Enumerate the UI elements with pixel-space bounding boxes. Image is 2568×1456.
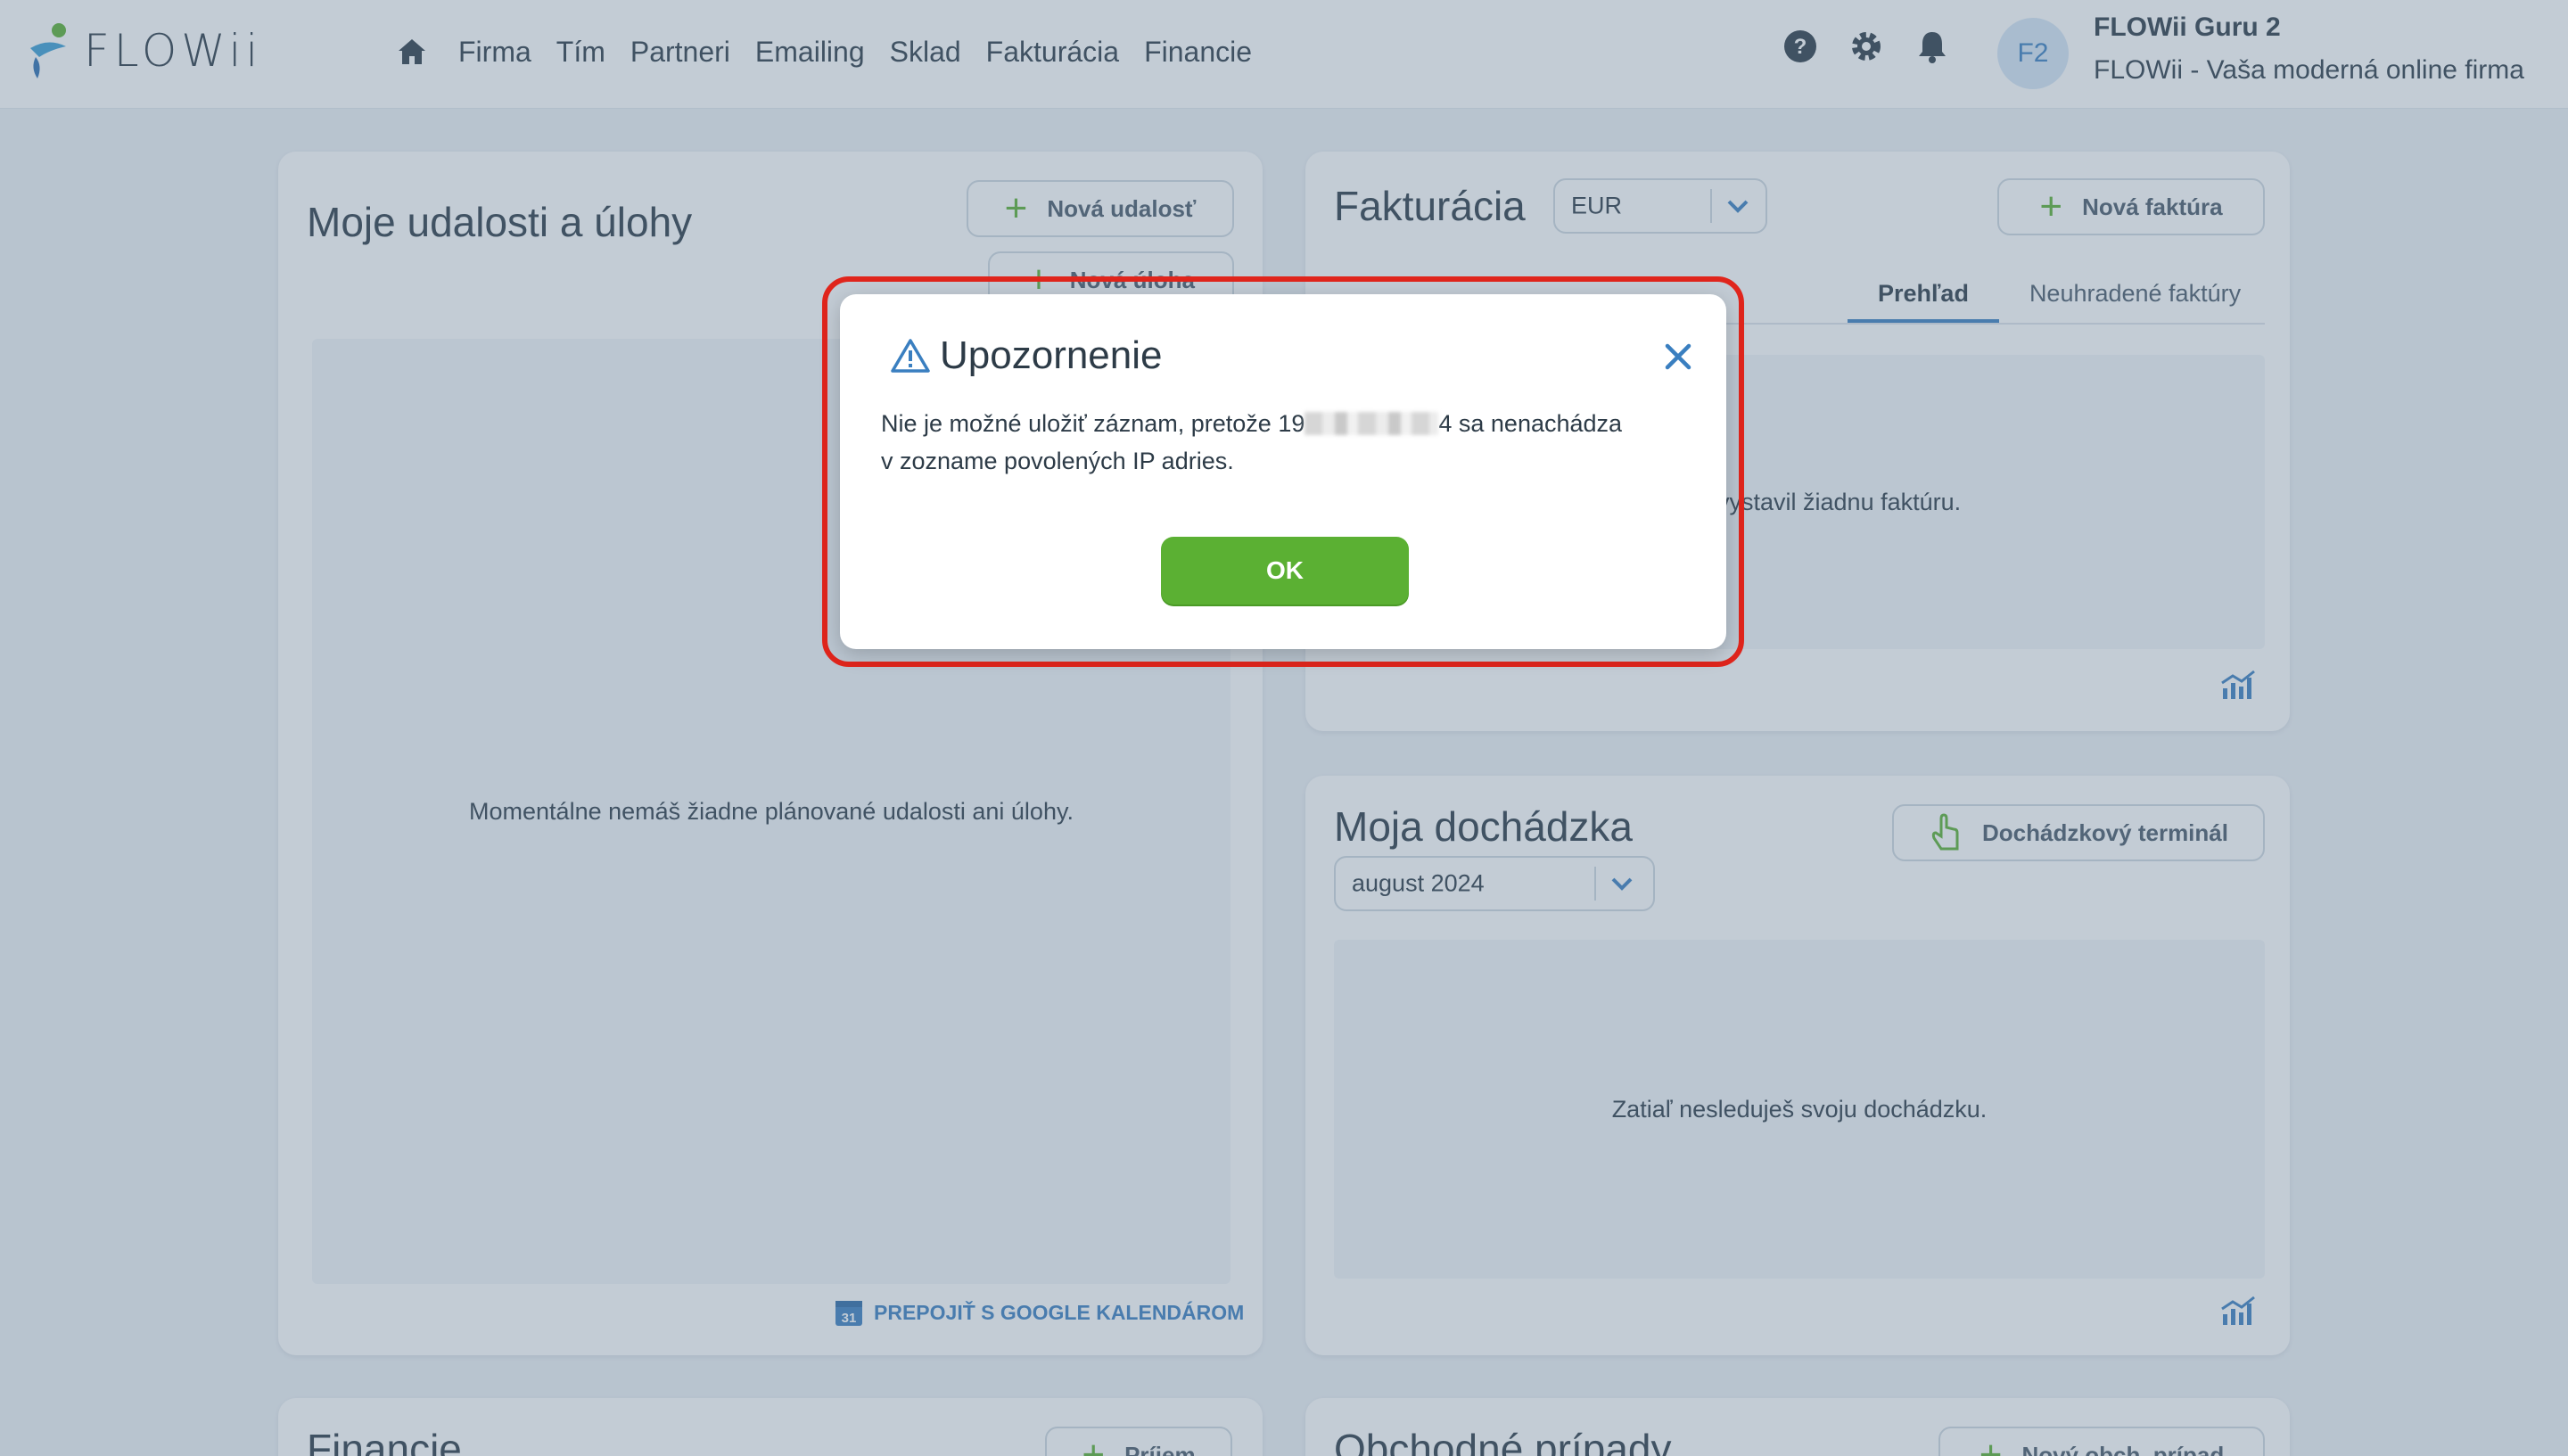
redacted-ip: [1305, 412, 1439, 435]
warning-dialog: Upozornenie Nie je možné uložiť záznam, …: [840, 294, 1726, 649]
dialog-message-suffix: 4 sa nenachádza: [1438, 410, 1623, 437]
close-icon[interactable]: [1660, 339, 1696, 374]
modal-backdrop[interactable]: [0, 0, 2568, 1456]
dialog-header: Upozornenie: [890, 333, 1163, 378]
dialog-message: Nie je možné uložiť záznam, pretože 19 4 …: [881, 405, 1683, 480]
dialog-message-prefix: Nie je možné uložiť záznam, pretože 19: [881, 410, 1305, 437]
warning-triangle-icon: [891, 339, 930, 373]
ok-button[interactable]: OK: [1161, 537, 1409, 605]
dialog-title: Upozornenie: [940, 333, 1163, 377]
dialog-message-line2: v zozname povolených IP adries.: [881, 448, 1234, 474]
